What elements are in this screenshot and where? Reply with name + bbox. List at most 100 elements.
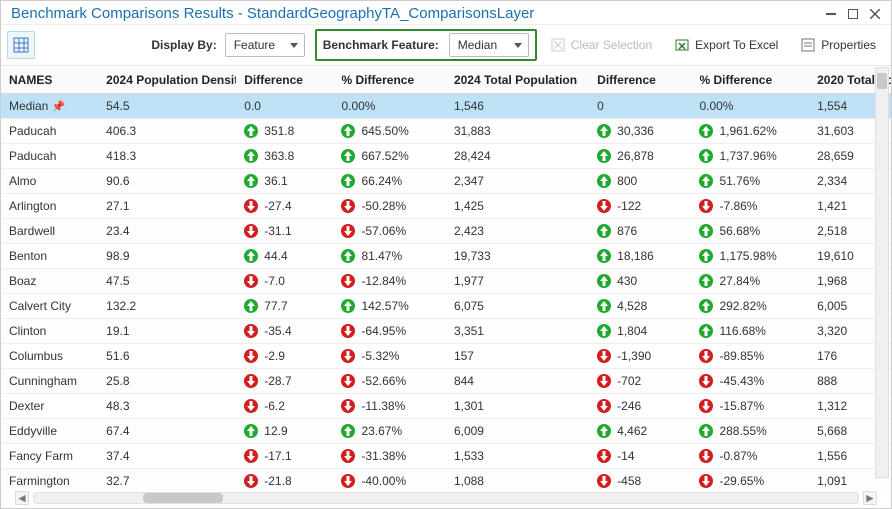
cell-diff-2: 18,186 <box>589 244 691 269</box>
cell-pop-density: 32.7 <box>98 469 236 491</box>
col-difference-2[interactable]: Difference <box>589 67 691 94</box>
cell-diff-2: -702 <box>589 369 691 394</box>
col-total-pop[interactable]: 2024 Total Population <box>446 67 589 94</box>
col-pct-difference-1[interactable]: % Difference <box>333 67 446 94</box>
down-arrow-icon <box>597 474 611 488</box>
cell-total-pop: 1,425 <box>446 194 589 219</box>
table-row[interactable]: Fancy Farm37.4-17.1-31.38%1,533-14-0.87%… <box>1 444 891 469</box>
display-by-select[interactable]: Feature <box>225 33 305 57</box>
cell-diff-2: 800 <box>589 169 691 194</box>
column-headers: NAMES 2024 Population Density Difference… <box>1 67 891 94</box>
cell-name: Boaz <box>1 269 98 294</box>
down-arrow-icon <box>341 474 355 488</box>
export-excel-icon <box>674 37 690 53</box>
table-row[interactable]: Boaz47.5-7.0-12.84%1,97743027.84%1,968 <box>1 269 891 294</box>
horizontal-scrollbar[interactable] <box>33 492 859 504</box>
cell-total-pop: 6,009 <box>446 419 589 444</box>
minimize-button[interactable] <box>823 6 839 22</box>
table-row[interactable]: Paducah418.3363.8667.52%28,42426,8781,73… <box>1 144 891 169</box>
down-arrow-icon <box>341 199 355 213</box>
up-arrow-icon <box>699 324 713 338</box>
results-grid: NAMES 2024 Population Density Difference… <box>1 67 891 490</box>
cell-pop-density: 48.3 <box>98 394 236 419</box>
cell-diff-1: -6.2 <box>236 394 333 419</box>
cell-pct-2: -7.86% <box>691 194 809 219</box>
clear-selection-button[interactable]: Clear Selection <box>541 32 661 58</box>
properties-icon <box>800 37 816 53</box>
export-excel-button[interactable]: Export To Excel <box>665 32 787 58</box>
cell-total-pop: 1,977 <box>446 269 589 294</box>
up-arrow-icon <box>244 249 258 263</box>
clear-selection-icon <box>550 37 566 53</box>
table-row[interactable]: Paducah406.3351.8645.50%31,88330,3361,96… <box>1 119 891 144</box>
col-pct-difference-2[interactable]: % Difference <box>691 67 809 94</box>
cell-diff-1: -17.1 <box>236 444 333 469</box>
up-arrow-icon <box>699 224 713 238</box>
table-row[interactable]: Bardwell23.4-31.1-57.06%2,42387656.68%2,… <box>1 219 891 244</box>
table-row[interactable]: Benton98.944.481.47%19,73318,1861,175.98… <box>1 244 891 269</box>
down-arrow-icon <box>699 449 713 463</box>
table-row[interactable]: Dexter48.3-6.2-11.38%1,301-246-15.87%1,3… <box>1 394 891 419</box>
table-row[interactable]: Calvert City132.277.7142.57%6,0754,52829… <box>1 294 891 319</box>
up-arrow-icon <box>699 299 713 313</box>
cell-pct-1: 667.52% <box>333 144 446 169</box>
table-row[interactable]: Median 📌54.50.00.00%1,54600.00%1,554 <box>1 94 891 119</box>
scroll-left-button[interactable]: ◄ <box>15 491 29 505</box>
down-arrow-icon <box>699 374 713 388</box>
scroll-right-button[interactable]: ► <box>863 491 877 505</box>
cell-pct-1: -5.32% <box>333 344 446 369</box>
cell-pct-1: 81.47% <box>333 244 446 269</box>
cell-total-pop: 19,733 <box>446 244 589 269</box>
table-row[interactable]: Almo90.636.166.24%2,34780051.76%2,334 <box>1 169 891 194</box>
properties-button[interactable]: Properties <box>791 32 885 58</box>
clear-selection-label: Clear Selection <box>571 38 652 52</box>
up-arrow-icon <box>244 174 258 188</box>
down-arrow-icon <box>341 224 355 238</box>
cell-diff-1: -7.0 <box>236 269 333 294</box>
close-button[interactable] <box>867 6 883 22</box>
down-arrow-icon <box>597 449 611 463</box>
cell-pct-1: -52.66% <box>333 369 446 394</box>
grid-view-button[interactable] <box>7 31 35 59</box>
down-arrow-icon <box>699 199 713 213</box>
col-names[interactable]: NAMES <box>1 67 98 94</box>
down-arrow-icon <box>244 274 258 288</box>
col-difference-1[interactable]: Difference <box>236 67 333 94</box>
cell-name: Fancy Farm <box>1 444 98 469</box>
down-arrow-icon <box>597 199 611 213</box>
up-arrow-icon <box>341 124 355 138</box>
cell-name: Almo <box>1 169 98 194</box>
up-arrow-icon <box>341 249 355 263</box>
vertical-scrollbar[interactable] <box>875 67 889 478</box>
up-arrow-icon <box>699 149 713 163</box>
table-row[interactable]: Clinton19.1-35.4-64.95%3,3511,804116.68%… <box>1 319 891 344</box>
properties-label: Properties <box>821 38 876 52</box>
down-arrow-icon <box>699 349 713 363</box>
cell-name: Clinton <box>1 319 98 344</box>
down-arrow-icon <box>341 324 355 338</box>
benchmark-feature-value: Median <box>458 38 497 52</box>
benchmark-feature-select[interactable]: Median <box>449 33 529 57</box>
table-row[interactable]: Eddyville67.412.923.67%6,0094,462288.55%… <box>1 419 891 444</box>
cell-diff-1: 0.0 <box>236 94 333 119</box>
up-arrow-icon <box>244 299 258 313</box>
table-row[interactable]: Columbus51.6-2.9-5.32%157-1,390-89.85%17… <box>1 344 891 369</box>
maximize-button[interactable] <box>845 6 861 22</box>
up-arrow-icon <box>597 324 611 338</box>
cell-diff-2: -14 <box>589 444 691 469</box>
cell-total-pop: 6,075 <box>446 294 589 319</box>
up-arrow-icon <box>597 224 611 238</box>
up-arrow-icon <box>597 149 611 163</box>
down-arrow-icon <box>699 474 713 488</box>
cell-total-pop: 1,533 <box>446 444 589 469</box>
table-row[interactable]: Cunningham25.8-28.7-52.66%844-702-45.43%… <box>1 369 891 394</box>
cell-diff-2: 26,878 <box>589 144 691 169</box>
table-row[interactable]: Farmington32.7-21.8-40.00%1,088-458-29.6… <box>1 469 891 491</box>
table-row[interactable]: Arlington27.1-27.4-50.28%1,425-122-7.86%… <box>1 194 891 219</box>
up-arrow-icon <box>597 249 611 263</box>
up-arrow-icon <box>244 149 258 163</box>
cell-total-pop: 28,424 <box>446 144 589 169</box>
cell-pop-density: 54.5 <box>98 94 236 119</box>
col-pop-density[interactable]: 2024 Population Density <box>98 67 236 94</box>
cell-diff-1: -28.7 <box>236 369 333 394</box>
